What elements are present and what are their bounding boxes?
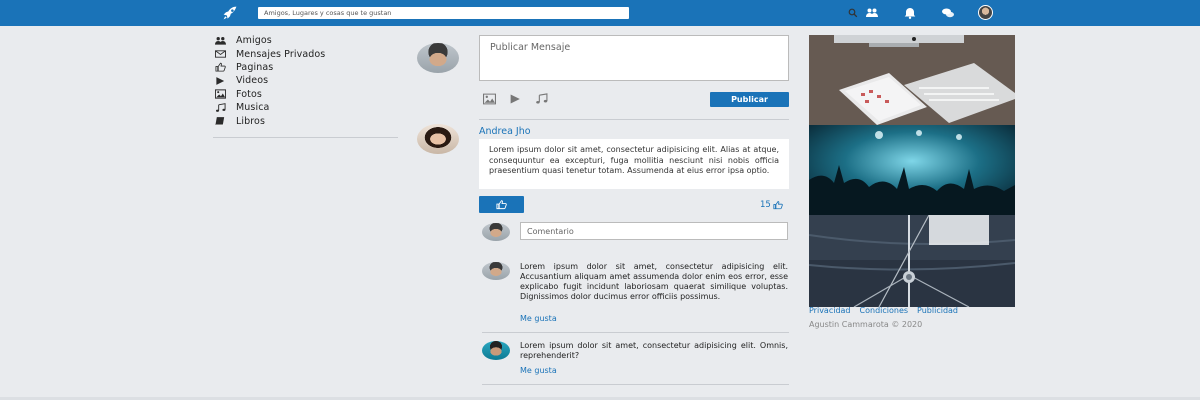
- sidebar-item-label: Fotos: [236, 88, 262, 100]
- sidebar-item-label: Paginas: [236, 61, 274, 73]
- play-icon: [216, 77, 225, 85]
- photo-sailboat[interactable]: [809, 215, 1015, 307]
- avatar: [482, 341, 510, 360]
- avatar: [417, 43, 459, 73]
- book-icon: [215, 117, 225, 126]
- music-icon: [216, 102, 226, 112]
- sidebar-item-musica[interactable]: Musica: [215, 101, 395, 114]
- comment-text: Lorem ipsum dolor sit amet, consectetur …: [520, 262, 788, 301]
- music-icon[interactable]: [535, 93, 548, 105]
- photo-concert[interactable]: [809, 125, 1015, 215]
- sidebar-divider: [213, 137, 398, 138]
- sailboat-image: [809, 215, 1015, 307]
- concert-image: [809, 125, 1015, 215]
- sidebar-item-fotos[interactable]: Fotos: [215, 88, 395, 101]
- copyright: Agustin Cammarota © 2020: [809, 320, 923, 329]
- avatar: [482, 262, 510, 280]
- footer-link-privacidad[interactable]: Privacidad: [809, 306, 851, 315]
- footer-link-condiciones[interactable]: Condiciones: [860, 306, 909, 315]
- sidebar-item-label: Musica: [236, 102, 270, 114]
- divider: [482, 332, 789, 333]
- friends-icon[interactable]: [865, 6, 879, 20]
- sidebar-item-paginas[interactable]: Paginas: [215, 61, 395, 74]
- thumbs-up-icon: [773, 201, 783, 210]
- play-icon[interactable]: [509, 93, 522, 105]
- sidebar-item-videos[interactable]: Videos: [215, 74, 395, 87]
- publish-button[interactable]: Publicar: [710, 92, 789, 107]
- post-text: Lorem ipsum dolor sit amet, consectetur …: [479, 139, 789, 189]
- sidebar-item-label: Mensajes Privados: [236, 48, 326, 60]
- post-composer: [479, 35, 789, 81]
- top-navbar: [0, 0, 1200, 26]
- search-icon[interactable]: [848, 8, 858, 18]
- image-icon: [215, 89, 226, 99]
- thumbs-up-icon: [496, 200, 507, 210]
- sidebar-item-label: Libros: [236, 115, 266, 127]
- like-button[interactable]: [479, 196, 524, 213]
- rocket-icon[interactable]: [221, 5, 239, 21]
- sidebar-item-label: Amigos: [236, 35, 272, 47]
- sidebar-item-mensajes[interactable]: Mensajes Privados: [215, 47, 395, 60]
- comment-like-link[interactable]: Me gusta: [520, 366, 557, 375]
- like-count-value: 15: [760, 200, 771, 210]
- comment-like-link[interactable]: Me gusta: [520, 314, 557, 323]
- image-icon[interactable]: [483, 93, 496, 105]
- photo-desk[interactable]: [809, 35, 1015, 125]
- footer-link-publicidad[interactable]: Publicidad: [917, 306, 958, 315]
- desk-image: [809, 35, 1015, 125]
- user-avatar[interactable]: [978, 5, 993, 20]
- bell-icon[interactable]: [903, 6, 917, 20]
- comment-text: Lorem ipsum dolor sit amet, consectetur …: [520, 341, 788, 360]
- sidebar-item-amigos[interactable]: Amigos: [215, 34, 395, 47]
- chat-icon[interactable]: [941, 6, 955, 20]
- sidebar: Amigos Mensajes Privados Paginas Videos …: [215, 34, 395, 128]
- users-icon: [215, 36, 226, 45]
- search-bar: [258, 7, 858, 19]
- divider: [482, 384, 789, 385]
- post-author[interactable]: Andrea Jho: [479, 126, 531, 137]
- footer-links: Privacidad Condiciones Publicidad: [809, 306, 958, 315]
- thumbs-up-icon: [215, 63, 226, 73]
- sidebar-item-libros[interactable]: Libros: [215, 114, 395, 127]
- like-count: 15: [760, 200, 783, 210]
- avatar: [482, 223, 510, 241]
- avatar: [417, 124, 459, 154]
- divider: [479, 119, 789, 120]
- post-message-input[interactable]: [480, 36, 788, 80]
- comment-input[interactable]: [520, 222, 788, 240]
- envelope-icon: [215, 50, 226, 58]
- search-input[interactable]: [258, 7, 598, 19]
- sidebar-item-label: Videos: [236, 75, 269, 87]
